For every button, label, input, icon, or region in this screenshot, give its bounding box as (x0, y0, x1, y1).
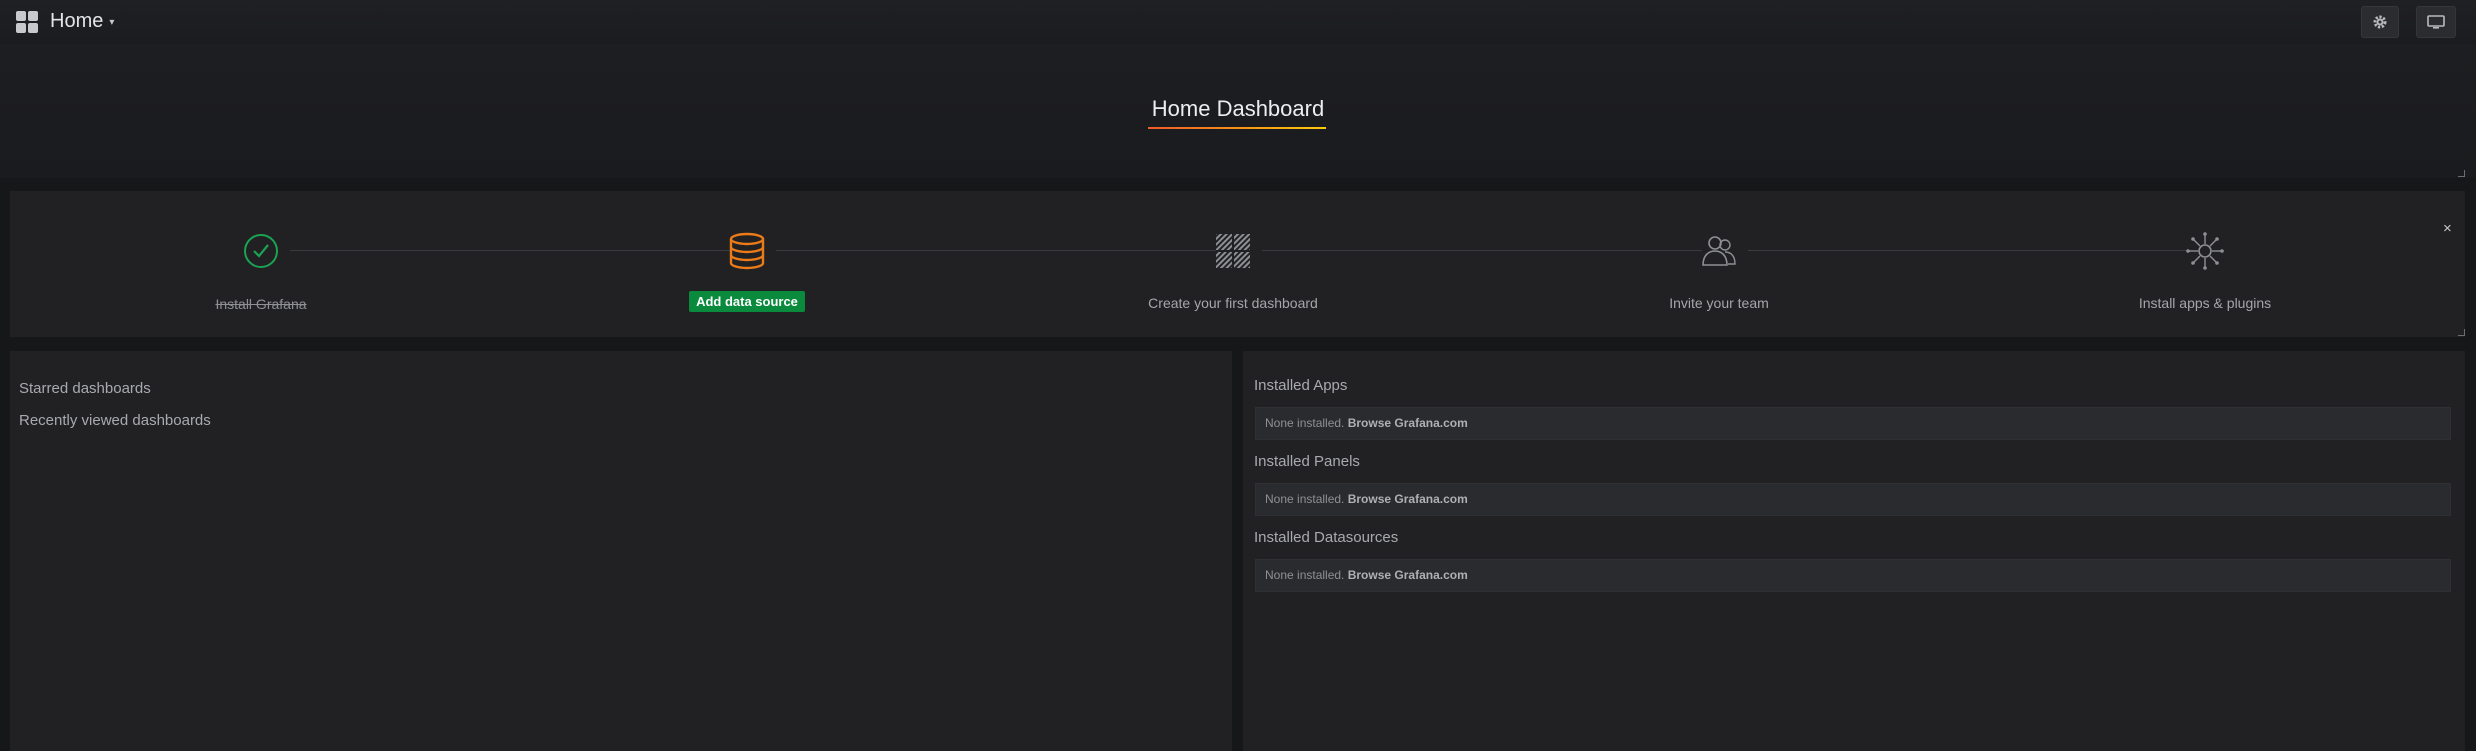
installed-datasources-box: None installed. Browse Grafana.com (1255, 559, 2451, 592)
close-icon[interactable]: × (2443, 220, 2452, 237)
tv-monitor-icon (2427, 15, 2445, 29)
step-label[interactable]: Create your first dashboard (1083, 295, 1383, 311)
settings-button[interactable] (2361, 6, 2399, 38)
step-label[interactable]: Invite your team (1569, 295, 1869, 311)
dashboard-list-panel (10, 351, 1232, 751)
caret-down-icon[interactable]: ▾ (109, 17, 114, 28)
grid-icon[interactable] (16, 10, 38, 33)
installed-panels-heading: Installed Panels (1254, 453, 1360, 470)
none-installed-text: None installed. (1265, 492, 1348, 506)
dashboard-grid-icon (1216, 234, 1250, 268)
browse-grafana-link[interactable]: Browse Grafana.com (1348, 416, 1468, 430)
dashboard-picker[interactable]: Home ▾ (16, 10, 114, 33)
step-install-plugins: Install apps & plugins (2055, 227, 2355, 311)
step-label[interactable]: Install Grafana (111, 296, 411, 312)
panel-resize-handle[interactable] (2458, 170, 2465, 177)
dashboard-title-link[interactable]: Home (50, 10, 103, 33)
tv-mode-button[interactable] (2416, 6, 2456, 38)
step-create-dashboard: Create your first dashboard (1083, 227, 1383, 311)
page-title: Home Dashboard (1151, 96, 1325, 121)
add-data-source-button[interactable]: Add data source (689, 291, 805, 312)
database-icon (729, 232, 765, 270)
plugins-icon (2186, 232, 2224, 270)
installed-panels-box: None installed. Browse Grafana.com (1255, 483, 2451, 516)
gear-icon (2373, 15, 2387, 29)
step-install-grafana: Install Grafana (111, 227, 411, 312)
none-installed-text: None installed. (1265, 568, 1348, 582)
none-installed-text: None installed. (1265, 416, 1348, 430)
top-navbar: Home ▾ (0, 0, 2476, 44)
browse-grafana-link[interactable]: Browse Grafana.com (1348, 492, 1468, 506)
step-add-data-source: Add data source (597, 227, 897, 312)
recent-dashboards-heading: Recently viewed dashboards (19, 412, 211, 429)
installed-apps-heading: Installed Apps (1254, 377, 1348, 394)
title-underline (1148, 127, 1326, 129)
checkmark-circle-icon (244, 234, 278, 268)
browse-grafana-link[interactable]: Browse Grafana.com (1348, 568, 1468, 582)
step-invite-team: Invite your team (1569, 227, 1869, 311)
installed-apps-box: None installed. Browse Grafana.com (1255, 407, 2451, 440)
step-label[interactable]: Install apps & plugins (2055, 295, 2355, 311)
panel-resize-handle[interactable] (2458, 329, 2465, 336)
installed-datasources-heading: Installed Datasources (1254, 529, 1399, 546)
users-icon (1702, 236, 1736, 266)
starred-dashboards-heading: Starred dashboards (19, 380, 151, 397)
